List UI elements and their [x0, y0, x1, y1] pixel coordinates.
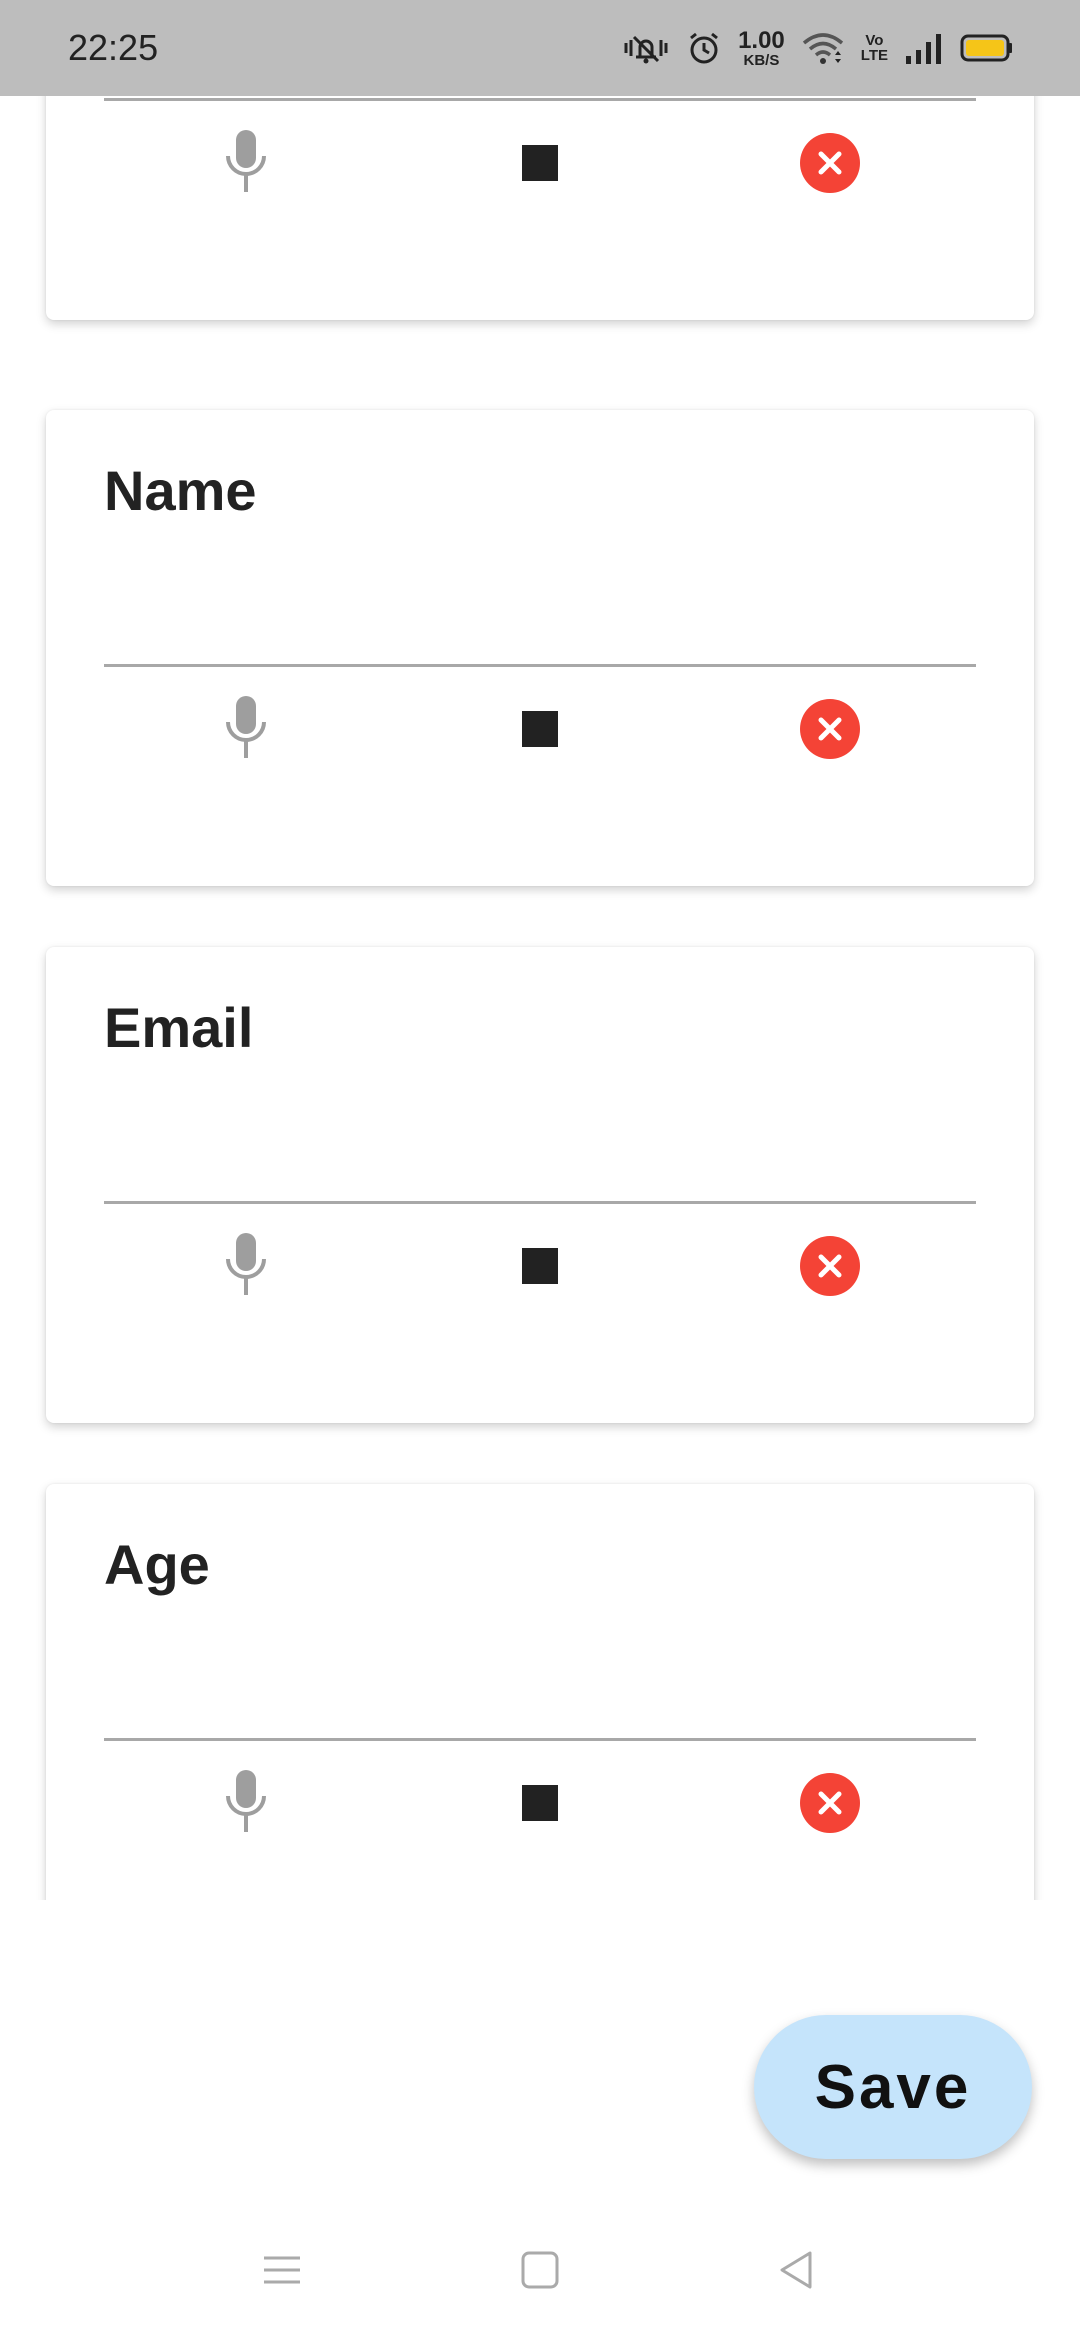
stop-icon[interactable]	[522, 145, 558, 181]
mute-vibrate-icon	[622, 31, 670, 65]
clear-icon[interactable]	[800, 1773, 860, 1833]
field-title: Age	[104, 1533, 210, 1596]
field-actions	[46, 1231, 1034, 1301]
name-input[interactable]	[104, 580, 976, 660]
wifi-icon	[801, 31, 845, 65]
volte-top: Vo	[865, 32, 884, 49]
status-time: 22:25	[68, 27, 159, 68]
status-bar: 22:25 1.00 KB/S Vo LTE	[0, 0, 1080, 96]
status-icons: 1.00 KB/S Vo LTE	[622, 26, 1014, 69]
form-scroll-area[interactable]: Name Email Age	[0, 0, 1080, 1900]
field-underline	[104, 1738, 976, 1741]
email-input[interactable]	[104, 1117, 976, 1197]
field-card-name: Name	[46, 410, 1034, 886]
field-title: Name	[104, 459, 257, 522]
mic-icon[interactable]	[224, 694, 268, 764]
alarm-icon	[686, 30, 722, 66]
volte-bottom: LTE	[860, 47, 888, 64]
screen: 22:25 1.00 KB/S Vo LTE Name Email Age Sa…	[0, 0, 1080, 2340]
field-card-email: Email	[46, 947, 1034, 1423]
mic-icon[interactable]	[224, 128, 268, 198]
field-actions	[46, 1768, 1034, 1838]
stop-icon[interactable]	[522, 1785, 558, 1821]
net-speed-unit: KB/S	[743, 51, 780, 69]
save-button[interactable]: Save	[754, 2015, 1032, 2159]
field-card-age: Age	[46, 1484, 1034, 1900]
mic-icon[interactable]	[224, 1768, 268, 1838]
volte-icon: Vo LTE	[861, 33, 888, 63]
field-underline	[104, 98, 976, 101]
clear-icon[interactable]	[800, 699, 860, 759]
menu-icon[interactable]	[262, 2250, 302, 2295]
navigation-bar	[0, 2220, 1080, 2340]
field-actions	[46, 128, 1034, 198]
stop-icon[interactable]	[522, 711, 558, 747]
clear-icon[interactable]	[800, 133, 860, 193]
age-input[interactable]	[104, 1654, 976, 1734]
back-triangle-icon[interactable]	[776, 2250, 816, 2295]
home-square-icon[interactable]	[520, 2250, 560, 2295]
mic-icon[interactable]	[224, 1231, 268, 1301]
field-underline	[104, 1201, 976, 1204]
stop-icon[interactable]	[522, 1248, 558, 1284]
clear-icon[interactable]	[800, 1236, 860, 1296]
net-speed-value: 1.00	[738, 26, 785, 54]
net-speed: 1.00 KB/S	[738, 26, 785, 69]
signal-icon	[904, 32, 944, 64]
field-actions	[46, 694, 1034, 764]
field-title: Email	[104, 996, 254, 1059]
field-underline	[104, 664, 976, 667]
battery-icon	[960, 33, 1014, 63]
